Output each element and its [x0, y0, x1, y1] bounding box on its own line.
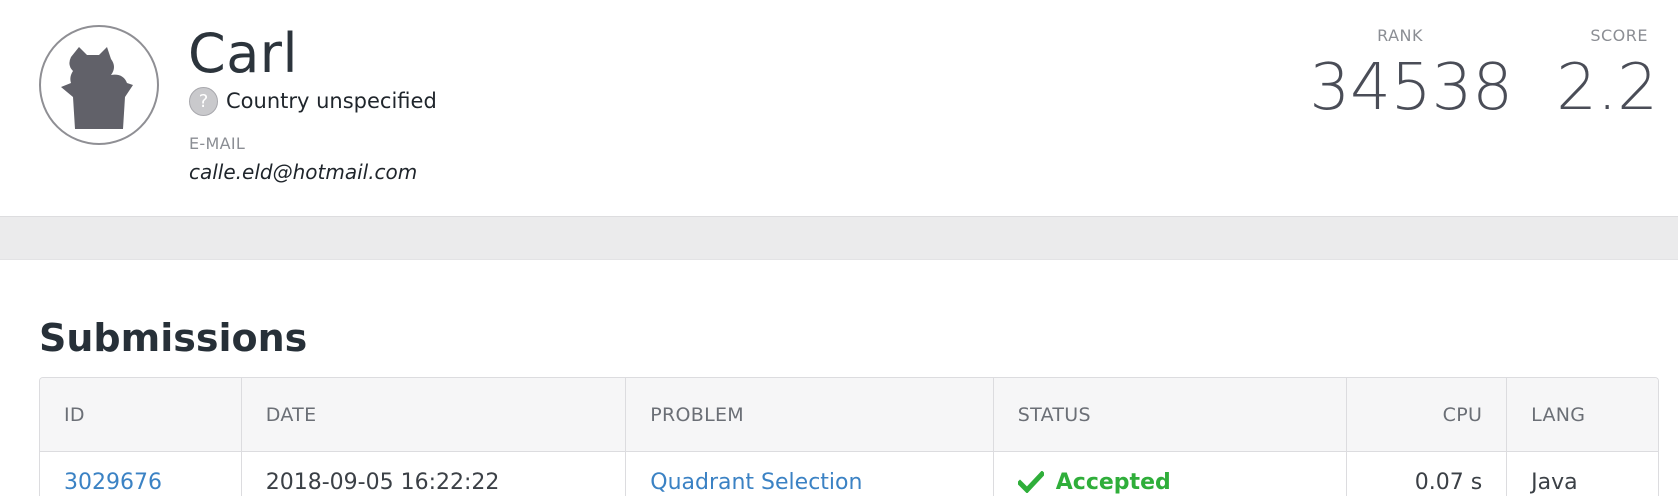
score-label: SCORE: [1590, 26, 1648, 45]
user-name: Carl: [188, 22, 298, 85]
column-header-lang: LANG: [1531, 403, 1586, 426]
cat-silhouette-icon: [61, 47, 133, 129]
question-icon: ?: [189, 86, 218, 116]
rank-value: 34538: [1309, 51, 1513, 125]
avatar: [39, 25, 159, 145]
profile-header: Carl ? Country unspecified E-MAIL calle.…: [0, 0, 1678, 216]
checkmark-icon: [1017, 471, 1044, 493]
column-header-problem: PROBLEM: [626, 378, 994, 451]
score-value: 2.2: [1556, 51, 1658, 125]
submission-id-link[interactable]: 3029676: [64, 470, 162, 495]
rank-label: RANK: [1377, 26, 1423, 45]
column-header-status: STATUS: [994, 378, 1348, 451]
submissions-title: Submissions: [39, 316, 308, 360]
status-cell: Accepted: [994, 452, 1348, 496]
country-row: ? Country unspecified: [189, 86, 437, 116]
submission-id-cell: 3029676: [40, 452, 242, 496]
column-header-cpu: CPU: [1347, 378, 1508, 451]
submission-date-cell: 2018-09-05 16:22:22: [242, 452, 627, 496]
score-stat: SCORE 2.2: [1556, 26, 1658, 125]
email-value: calle.eld@hotmail.com: [189, 160, 418, 184]
problem-link[interactable]: Quadrant Selection: [650, 470, 862, 495]
lang-cell: Java: [1531, 469, 1578, 495]
table-header: ID DATE PROBLEM STATUS CPU LANG: [40, 378, 1658, 452]
status-label: Accepted: [1055, 469, 1171, 495]
rank-stat: RANK 34538: [1309, 26, 1513, 125]
divider-band: [0, 216, 1678, 260]
cpu-cell: 0.07 s: [1347, 452, 1508, 496]
country-label: Country unspecified: [226, 89, 437, 113]
problem-cell: Quadrant Selection: [626, 452, 994, 496]
email-label: E-MAIL: [189, 134, 246, 153]
submissions-table: ID DATE PROBLEM STATUS CPU LANG 3029676 …: [39, 377, 1659, 496]
column-header-date: DATE: [242, 378, 627, 451]
column-header-id: ID: [40, 378, 242, 451]
status-accepted: Accepted: [1017, 469, 1171, 495]
table-row: 3029676 2018-09-05 16:22:22 Quadrant Sel…: [40, 452, 1658, 496]
